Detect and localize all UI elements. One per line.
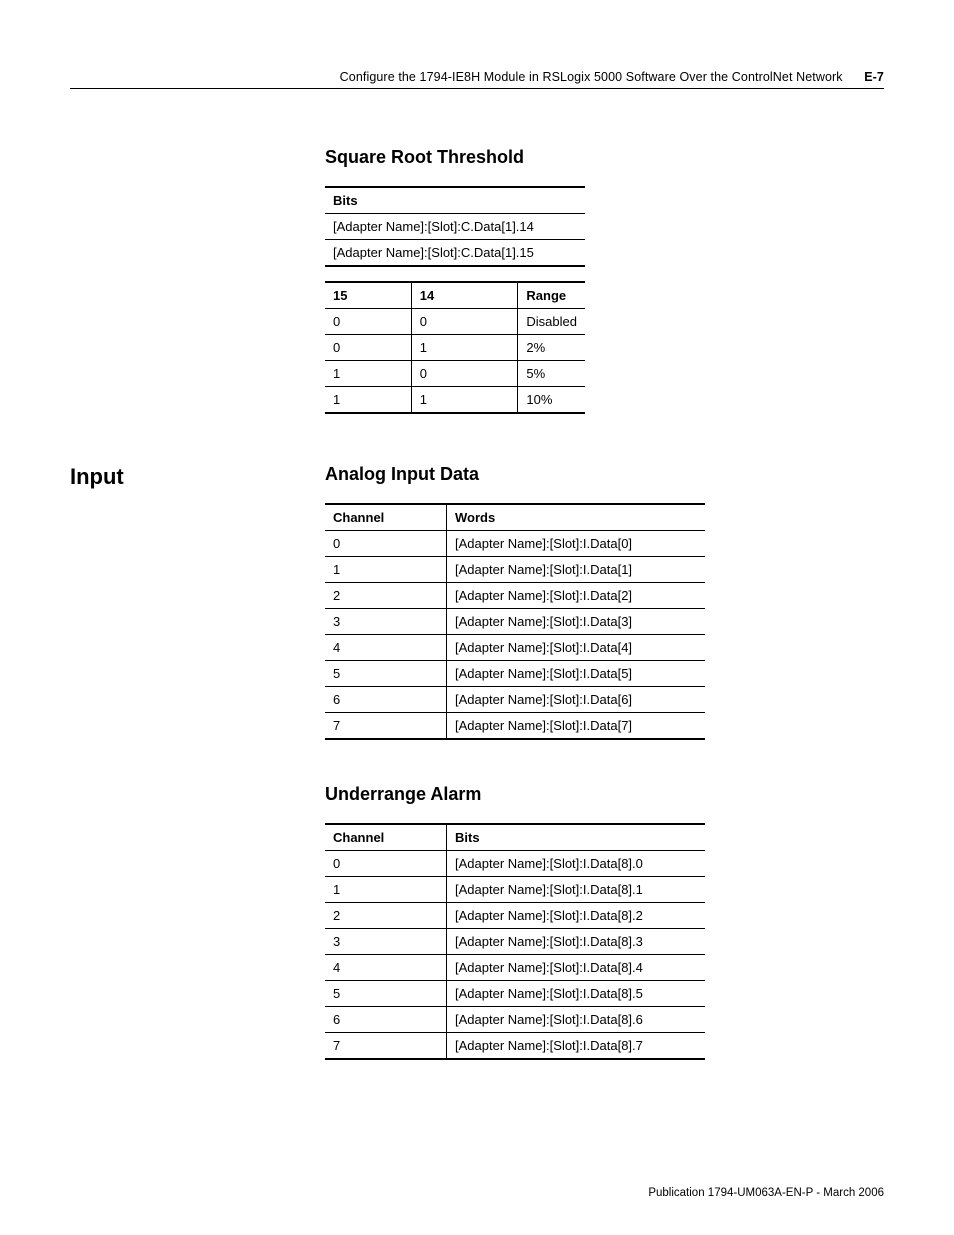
th-range: Range <box>518 282 585 309</box>
th-15: 15 <box>325 282 411 309</box>
table-cell: [Adapter Name]:[Slot]:I.Data[8].4 <box>447 955 706 981</box>
table-cell: [Adapter Name]:[Slot]:C.Data[1].15 <box>325 240 585 267</box>
table-cell: 1 <box>411 335 518 361</box>
table-cell: [Adapter Name]:[Slot]:I.Data[7] <box>447 713 706 740</box>
table-cell: 5 <box>325 661 447 687</box>
table-cell: 1 <box>325 387 411 414</box>
table-cell: [Adapter Name]:[Slot]:I.Data[3] <box>447 609 706 635</box>
table-cell: 3 <box>325 929 447 955</box>
table-cell: 2% <box>518 335 585 361</box>
table-cell: 0 <box>411 361 518 387</box>
table-cell: 5 <box>325 981 447 1007</box>
table-cell: 5% <box>518 361 585 387</box>
table-cell: 6 <box>325 1007 447 1033</box>
table-bits: Bits [Adapter Name]:[Slot]:C.Data[1].14 … <box>325 186 585 267</box>
table-cell: 7 <box>325 713 447 740</box>
table-cell: 1 <box>325 361 411 387</box>
table-cell: [Adapter Name]:[Slot]:I.Data[8].5 <box>447 981 706 1007</box>
table-cell: Disabled <box>518 309 585 335</box>
table-cell: [Adapter Name]:[Slot]:C.Data[1].14 <box>325 214 585 240</box>
th-channel: Channel <box>325 504 447 531</box>
table-cell: 0 <box>325 531 447 557</box>
table-cell: 3 <box>325 609 447 635</box>
th-words: Words <box>447 504 706 531</box>
table-cell: 2 <box>325 903 447 929</box>
heading-square-root-threshold: Square Root Threshold <box>325 147 884 168</box>
table-cell: [Adapter Name]:[Slot]:I.Data[8].0 <box>447 851 706 877</box>
table-cell: 4 <box>325 955 447 981</box>
table-cell: 0 <box>411 309 518 335</box>
section-label-input: Input <box>70 464 325 490</box>
table-cell: 0 <box>325 851 447 877</box>
header-title: Configure the 1794-IE8H Module in RSLogi… <box>340 70 843 84</box>
table-cell: [Adapter Name]:[Slot]:I.Data[4] <box>447 635 706 661</box>
table-cell: [Adapter Name]:[Slot]:I.Data[8].3 <box>447 929 706 955</box>
table-cell: 6 <box>325 687 447 713</box>
th-14: 14 <box>411 282 518 309</box>
table-analog-input: Channel Words 0[Adapter Name]:[Slot]:I.D… <box>325 503 705 740</box>
th-bits: Bits <box>325 187 585 214</box>
table-cell: 2 <box>325 583 447 609</box>
running-header: Configure the 1794-IE8H Module in RSLogi… <box>70 70 884 89</box>
table-underrange-alarm: Channel Bits 0[Adapter Name]:[Slot]:I.Da… <box>325 823 705 1060</box>
table-cell: [Adapter Name]:[Slot]:I.Data[1] <box>447 557 706 583</box>
table-cell: [Adapter Name]:[Slot]:I.Data[6] <box>447 687 706 713</box>
table-range: 15 14 Range 0 0 Disabled 0 1 2% <box>325 281 585 414</box>
table-cell: 0 <box>325 335 411 361</box>
table-cell: 1 <box>325 877 447 903</box>
table-cell: [Adapter Name]:[Slot]:I.Data[8].6 <box>447 1007 706 1033</box>
table-cell: 7 <box>325 1033 447 1060</box>
table-cell: 0 <box>325 309 411 335</box>
th-bits: Bits <box>447 824 706 851</box>
table-cell: 10% <box>518 387 585 414</box>
table-cell: [Adapter Name]:[Slot]:I.Data[0] <box>447 531 706 557</box>
heading-analog-input-data: Analog Input Data <box>325 464 884 485</box>
header-page: E-7 <box>864 70 884 84</box>
table-cell: 1 <box>411 387 518 414</box>
table-cell: [Adapter Name]:[Slot]:I.Data[8].7 <box>447 1033 706 1060</box>
th-channel: Channel <box>325 824 447 851</box>
table-cell: [Adapter Name]:[Slot]:I.Data[8].2 <box>447 903 706 929</box>
table-cell: [Adapter Name]:[Slot]:I.Data[2] <box>447 583 706 609</box>
table-cell: [Adapter Name]:[Slot]:I.Data[5] <box>447 661 706 687</box>
table-cell: [Adapter Name]:[Slot]:I.Data[8].1 <box>447 877 706 903</box>
table-cell: 1 <box>325 557 447 583</box>
heading-underrange-alarm: Underrange Alarm <box>325 784 884 805</box>
footer-publication: Publication 1794-UM063A-EN-P - March 200… <box>648 1187 884 1199</box>
table-cell: 4 <box>325 635 447 661</box>
